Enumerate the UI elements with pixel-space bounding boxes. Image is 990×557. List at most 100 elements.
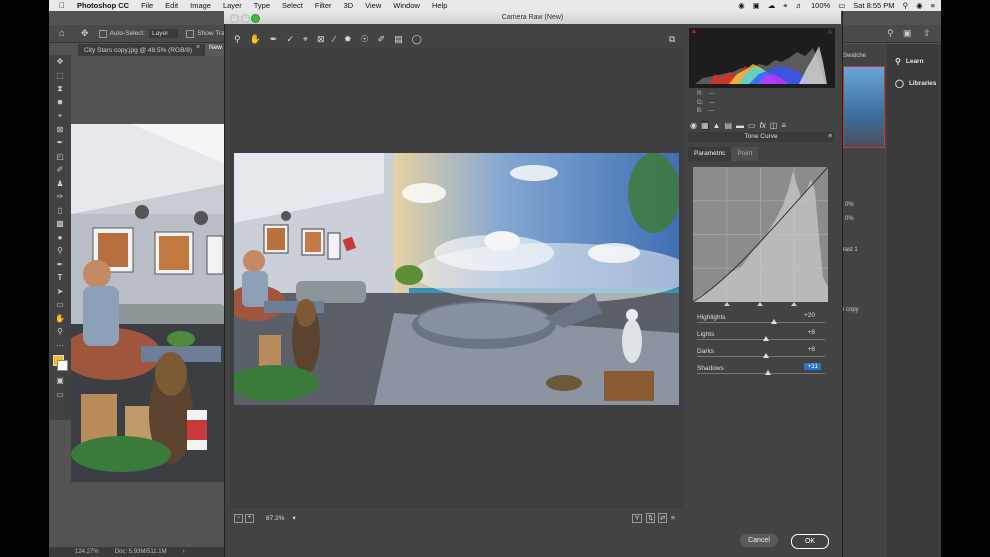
document-canvas[interactable] [71,124,225,482]
menu-edit[interactable]: Edit [165,1,178,10]
highlights-value[interactable]: +20 [804,312,815,319]
menu-3d[interactable]: 3D [344,1,354,10]
apple-menu-icon[interactable]:  [59,1,65,10]
zoom-tool-icon[interactable]: ⚲ [234,34,241,45]
lasso-tool-icon[interactable]: ⧗ [49,82,71,96]
screen-mode-icon[interactable]: ▭ [49,388,71,402]
search-icon[interactable]: ⚲ [903,1,909,10]
eyedropper-tool-icon[interactable]: ✒ [49,136,71,150]
dodge-tool-icon[interactable]: ⚲ [49,244,71,258]
move-tool-icon[interactable]: ✥ [81,28,89,39]
white-balance-tool-icon[interactable]: ✒ [270,34,278,45]
pen-tool-icon[interactable]: ✒ [49,258,71,272]
document-tab-close-icon[interactable]: × [196,44,200,51]
more-tools-icon[interactable]: ⋯ [49,339,71,353]
open-preferences-icon[interactable]: ⧉ [669,34,675,45]
lights-slider[interactable]: Lights +8 [697,329,825,345]
graduated-filter-icon[interactable]: ▤ [394,34,403,45]
presets-panel-icon[interactable]: ≡ [781,121,786,130]
clock[interactable]: Sat 8:55 PM [853,1,894,10]
eraser-tool-icon[interactable]: ▯ [49,204,71,218]
stamp-tool-icon[interactable]: ♟ [49,177,71,191]
layer-contrast[interactable]: trast 1 [841,247,858,253]
path-select-tool-icon[interactable]: ➤ [49,285,71,299]
chevron-right-icon[interactable]: › [183,549,185,555]
menu-help[interactable]: Help [432,1,447,10]
adjustment-brush-icon[interactable]: ✐ [378,34,386,45]
learn-panel-button[interactable]: ⚲ Learn [887,53,941,69]
brush-tool-icon[interactable]: ✐ [49,163,71,177]
close-window-button[interactable] [230,14,239,23]
shadows-thumb[interactable] [765,370,772,375]
workspace-icon[interactable]: ▣ [903,28,912,39]
spot-removal-tool-icon[interactable]: ✸ [344,34,352,45]
healing-tool-icon[interactable]: ◰ [49,150,71,164]
auto-select-checkbox[interactable] [98,29,107,38]
type-tool-icon[interactable]: T [49,271,71,285]
split-marker-highlights[interactable] [791,302,797,306]
before-after-y-button[interactable]: Y [632,513,643,523]
doc-status[interactable]: Doc: 5.93M/511.1M [115,549,167,555]
hand-tool-icon[interactable]: ✋ [250,34,261,45]
menu-window[interactable]: Window [393,1,420,10]
zoom-out-button[interactable]: − [234,513,243,523]
home-icon[interactable]: ⌂ [59,28,65,39]
tab-parametric[interactable]: Parametric [688,147,732,161]
cloud-icon[interactable]: ☁ [768,1,776,10]
app-menu[interactable]: Photoshop CC [77,1,129,10]
battery-icon[interactable]: ▭ [838,1,845,10]
basic-panel-icon[interactable]: ◉ [690,121,697,130]
preview-preferences-icon[interactable]: ≡ [671,515,675,522]
targeted-adjustment-tool-icon[interactable]: ⌖ [303,34,308,45]
zoom-tool-icon[interactable]: ⚲ [49,325,71,339]
hand-tool-icon[interactable]: ✋ [49,312,71,326]
history-brush-tool-icon[interactable]: ✑ [49,190,71,204]
layer-select[interactable]: Layer [149,29,179,38]
quick-select-tool-icon[interactable]: ✸ [49,96,71,110]
list-icon[interactable]: ≡ [931,1,935,10]
detail-panel-icon[interactable]: ▲ [713,121,721,130]
zoom-status[interactable]: 124.27% [75,549,99,555]
darks-slider[interactable]: Darks +8 [697,346,825,362]
menu-image[interactable]: Image [190,1,211,10]
tone-curve-graph[interactable] [692,166,829,303]
red-eye-tool-icon[interactable]: ☉ [361,34,369,45]
straighten-tool-icon[interactable]: ∕ [334,34,336,44]
search-icon[interactable]: ⚲ [887,28,894,39]
libraries-panel-button[interactable]: ◯ Libraries [887,75,941,91]
highlights-slider[interactable]: Highlights +20 [697,312,825,328]
shape-tool-icon[interactable]: ▭ [49,298,71,312]
frame-tool-icon[interactable]: ⊠ [49,123,71,137]
color-swatches-icon[interactable] [49,352,71,374]
swap-before-after-icon[interactable]: ⇅ [646,513,656,523]
shadows-slider[interactable]: Shadows +11 [697,363,825,379]
effects-panel-icon[interactable]: fx [760,121,766,130]
zoom-window-button[interactable] [251,14,260,23]
camera-calibration-panel-icon[interactable]: ◫ [770,121,778,130]
menu-view[interactable]: View [365,1,381,10]
marquee-tool-icon[interactable]: ⬚ [49,69,71,83]
tab-point[interactable]: Point [731,147,759,161]
show-transform-checkbox[interactable] [186,29,195,38]
zoom-in-button[interactable]: + [245,513,254,523]
layer-copy[interactable]: 6 copy [841,307,859,313]
highlights-thumb[interactable] [770,319,777,324]
menu-type[interactable]: Type [254,1,270,10]
color-sampler-tool-icon[interactable]: ✓ [286,34,294,45]
zoom-dropdown-icon[interactable]: ▾ [292,514,295,522]
lights-value[interactable]: +8 [808,329,815,336]
radial-filter-icon[interactable]: ◯ [412,34,422,45]
quick-mask-icon[interactable]: ▣ [49,374,71,388]
ok-button[interactable]: OK [791,534,829,549]
lens-corrections-panel-icon[interactable]: ▭ [748,121,756,130]
hsl-panel-icon[interactable]: ▤ [724,121,732,130]
move-tool-icon[interactable]: ✥ [49,55,71,69]
swatch-thumbnail[interactable] [843,66,885,148]
copy-settings-icon[interactable]: ⇄ [658,513,668,523]
tone-curve-panel-icon[interactable]: ▦ [700,120,709,130]
split-marker-midtones[interactable] [757,302,763,306]
wifi-icon[interactable]: ⌖ [783,1,787,11]
shadows-value[interactable]: +11 [804,363,821,370]
crop-tool-icon[interactable]: ⌖ [49,109,71,123]
darks-value[interactable]: +8 [808,346,815,353]
